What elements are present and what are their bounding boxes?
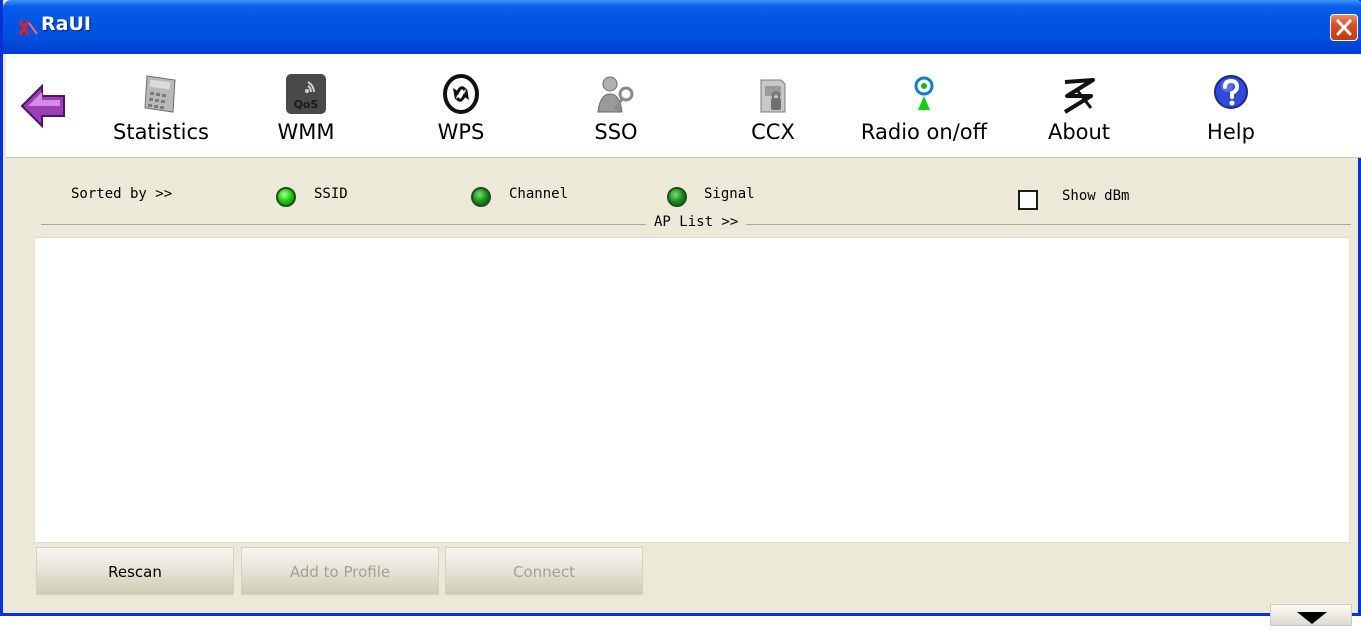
window-title: RaUI [41, 13, 91, 35]
add-to-profile-button[interactable]: Add to Profile [241, 547, 439, 595]
sso-label: SSO [594, 120, 638, 144]
connect-button[interactable]: Connect [445, 547, 643, 595]
about-button[interactable]: About [1024, 54, 1134, 158]
statistics-label: Statistics [113, 120, 209, 144]
sort-row: Sorted by >> SSID Channel Signal Show dB… [6, 158, 1361, 230]
about-label: About [1047, 120, 1111, 144]
ap-list-label: AP List >> [646, 214, 747, 230]
rescan-button[interactable]: Rescan [36, 547, 234, 595]
ccx-button[interactable]: CCX [718, 54, 828, 158]
radio-toggle-button[interactable]: Radio on/off [844, 54, 1004, 158]
sort-signal-radio[interactable] [667, 187, 687, 207]
sort-channel-radio[interactable] [471, 187, 491, 207]
wmm-button[interactable]: QoS WMM [251, 54, 361, 158]
sort-ssid-label[interactable]: SSID [314, 186, 348, 202]
wmm-label: WMM [277, 120, 335, 144]
calculator-icon [144, 75, 176, 113]
antenna-icon [914, 76, 934, 110]
toolbar: Statistics QoS WMM WPS SSO CCX Radio on/… [6, 54, 1361, 158]
chevron-down-icon [1297, 612, 1327, 624]
statistics-button[interactable]: Statistics [101, 54, 221, 158]
back-arrow-icon[interactable] [18, 78, 68, 134]
wps-icon [443, 74, 479, 114]
ralink-logo-icon [1063, 78, 1095, 114]
ralink-logo-icon [18, 20, 38, 36]
ap-list[interactable] [34, 237, 1350, 543]
radio-toggle-label: Radio on/off [860, 120, 988, 144]
expand-toggle-button[interactable] [1270, 604, 1352, 626]
ccx-label: CCX [751, 120, 795, 144]
app-window: RaUI Statistics QoS WMM WPS SSO CCX Radi… [0, 0, 1361, 626]
title-bar[interactable]: RaUI [3, 0, 1361, 54]
sorted-by-label: Sorted by >> [71, 186, 173, 202]
sort-channel-label[interactable]: Channel [509, 186, 568, 202]
help-button[interactable]: Help [1176, 54, 1286, 158]
user-key-icon [597, 76, 634, 113]
sort-signal-label[interactable]: Signal [704, 186, 755, 202]
close-icon [1336, 19, 1352, 36]
sort-ssid-radio[interactable] [276, 187, 296, 207]
wps-label: WPS [437, 120, 485, 144]
svg-text:QoS: QoS [294, 98, 319, 111]
wps-button[interactable]: WPS [406, 54, 516, 158]
close-button[interactable] [1330, 14, 1358, 41]
help-label: Help [1207, 120, 1255, 144]
show-dbm-label[interactable]: Show dBm [1062, 188, 1129, 204]
qos-icon: QoS [286, 74, 326, 114]
sso-button[interactable]: SSO [561, 54, 671, 158]
ccx-icon [760, 79, 786, 113]
help-icon [1214, 75, 1248, 109]
show-dbm-checkbox[interactable] [1018, 190, 1038, 210]
